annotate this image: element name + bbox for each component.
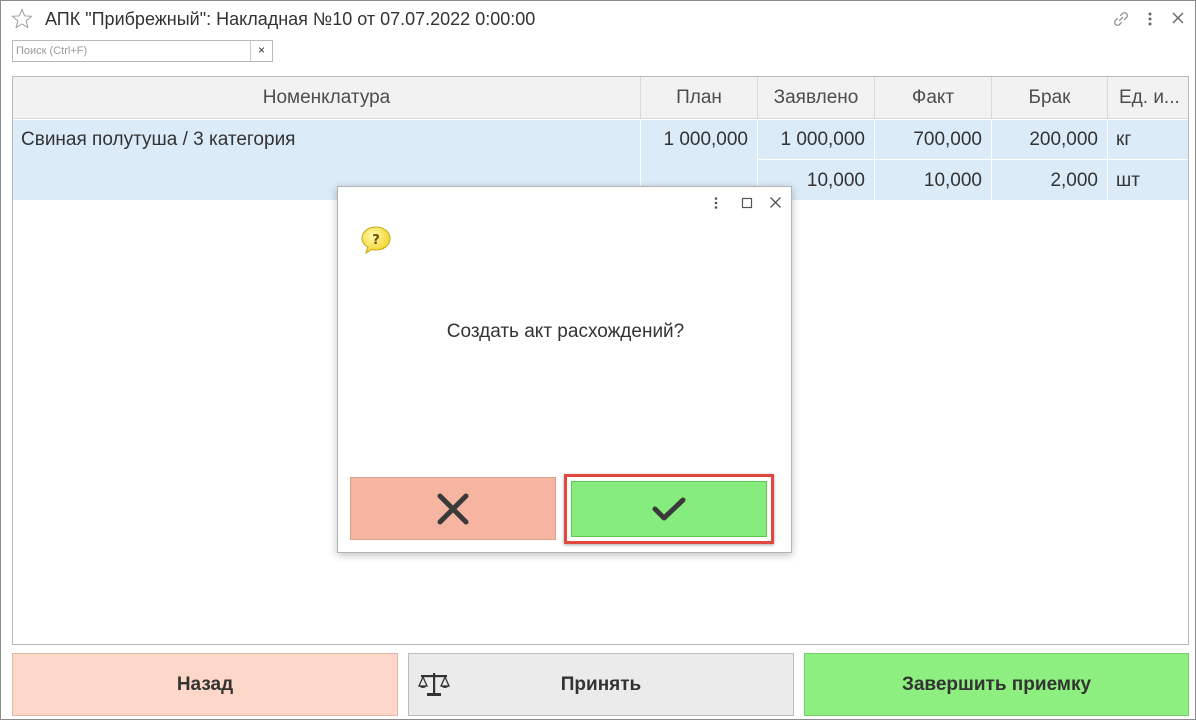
back-button[interactable]: Назад — [12, 653, 398, 716]
maximize-icon[interactable] — [741, 197, 753, 209]
close-icon[interactable] — [1171, 11, 1185, 25]
column-header-defect[interactable]: Брак — [992, 77, 1108, 119]
cell-fact: 10,000 — [923, 170, 982, 191]
search-clear-button[interactable]: × — [250, 41, 272, 61]
link-icon[interactable] — [1112, 10, 1130, 28]
svg-text:?: ? — [372, 233, 380, 248]
cell-nomenclature: Свиная полутуша / 3 категория — [21, 129, 296, 150]
window-title: АПК "Прибрежный": Накладная №10 от 07.07… — [45, 9, 536, 29]
cell-defect: 2,000 — [1050, 170, 1098, 191]
column-header-plan[interactable]: План — [641, 77, 758, 119]
table-header: Номенклатура План Заявлено Факт Брак Ед.… — [13, 77, 1188, 119]
cell-unit: шт — [1116, 170, 1140, 191]
document-window: АПК "Прибрежный": Накладная №10 от 07.07… — [0, 0, 1196, 720]
column-header-unit[interactable]: Ед. и... — [1108, 77, 1188, 119]
dialog-message: Создать акт расхождений? — [446, 321, 685, 342]
more-vertical-icon[interactable] — [711, 196, 721, 210]
more-vertical-icon[interactable] — [1144, 10, 1156, 28]
cell-unit: кг — [1116, 129, 1132, 150]
column-header-nomenclature[interactable]: Номенклатура — [13, 77, 641, 119]
column-header-fact[interactable]: Факт — [875, 77, 992, 119]
accept-button-label: Принять — [560, 674, 642, 695]
cell-plan: 1 000,000 — [663, 129, 748, 150]
cancel-button[interactable] — [350, 477, 556, 540]
column-header-declared[interactable]: Заявлено — [758, 77, 875, 119]
checkmark-icon — [652, 497, 686, 521]
question-icon: ? — [361, 226, 391, 255]
close-icon[interactable] — [769, 196, 782, 209]
scales-icon — [417, 673, 451, 696]
confirm-dialog: ? Создать акт расхождений? — [337, 186, 792, 553]
title-bar: АПК "Прибрежный": Накладная №10 от 07.07… — [1, 1, 1195, 37]
x-icon — [437, 493, 469, 524]
cell-defect: 200,000 — [1029, 129, 1098, 150]
cell-declared: 1 000,000 — [780, 129, 865, 150]
search-input[interactable] — [13, 41, 249, 61]
search-box: × — [12, 40, 273, 62]
accept-button[interactable]: Принять — [408, 653, 794, 716]
cell-fact: 700,000 — [913, 129, 982, 150]
star-icon[interactable] — [11, 8, 33, 30]
finish-receiving-button[interactable]: Завершить приемку — [804, 653, 1189, 716]
confirm-button[interactable] — [571, 481, 767, 537]
